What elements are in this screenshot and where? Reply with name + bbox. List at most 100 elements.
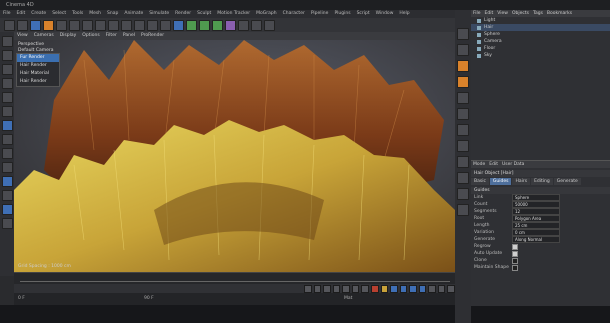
- world-coordinates-icon[interactable]: [121, 19, 132, 31]
- object-row[interactable]: Hair: [471, 24, 610, 31]
- object-menu-bookmarks[interactable]: Bookmarks: [547, 11, 572, 16]
- schematic-icon[interactable]: [447, 284, 455, 293]
- x-axis-icon[interactable]: [82, 19, 93, 31]
- hair-scale-icon[interactable]: [457, 188, 469, 200]
- deformer-icon[interactable]: [225, 19, 236, 31]
- scale-key-icon[interactable]: [409, 284, 417, 293]
- hair-set-icon[interactable]: [457, 156, 469, 168]
- attribute-value-field[interactable]: Polygon Area: [512, 215, 560, 222]
- object-menu-edit[interactable]: Edit: [485, 11, 494, 16]
- floor-icon[interactable]: [238, 19, 249, 31]
- edges-mode-icon[interactable]: [1, 92, 13, 103]
- object-menu-objects[interactable]: Objects: [512, 11, 529, 16]
- attribute-value-field[interactable]: 25 cm: [512, 222, 560, 229]
- object-row[interactable]: Camera: [471, 38, 610, 45]
- go-to-start-icon[interactable]: [304, 284, 312, 293]
- menu-item-script[interactable]: Script: [357, 11, 370, 16]
- previous-frame-icon[interactable]: [323, 284, 331, 293]
- undo-icon[interactable]: [4, 19, 15, 31]
- hair-push-icon[interactable]: [457, 140, 469, 152]
- tab-hairs[interactable]: Hairs: [512, 178, 531, 185]
- tab-guides[interactable]: Guides: [489, 178, 512, 185]
- menu-item-mograph[interactable]: MoGraph: [256, 11, 276, 16]
- menu-item-mesh[interactable]: Mesh: [89, 11, 101, 16]
- model-mode-icon[interactable]: [1, 50, 13, 61]
- camera-icon[interactable]: [251, 19, 262, 31]
- hair-clump-icon[interactable]: [457, 108, 469, 120]
- hair-comb-icon[interactable]: [1, 218, 13, 229]
- hair-curl-icon[interactable]: [457, 92, 469, 104]
- record-icon[interactable]: [370, 284, 379, 293]
- object-row[interactable]: Floor: [471, 45, 610, 52]
- menu-item-select[interactable]: Select: [52, 11, 66, 16]
- point-level-animation-icon[interactable]: [437, 284, 446, 293]
- start-frame-field[interactable]: 0 F: [18, 296, 25, 301]
- menu-item-help[interactable]: Help: [399, 11, 409, 16]
- menu-item-edit[interactable]: Edit: [17, 11, 26, 16]
- tab-generate[interactable]: Generate: [553, 178, 581, 185]
- tab-basic[interactable]: Basic: [471, 178, 489, 185]
- object-row[interactable]: Sky: [471, 52, 610, 59]
- y-axis-icon[interactable]: [95, 19, 106, 31]
- move-icon[interactable]: [43, 19, 54, 31]
- viewport-menu-display[interactable]: Display: [60, 33, 77, 38]
- axis-mode-icon[interactable]: [1, 120, 13, 131]
- attribute-value-field[interactable]: 50000: [512, 201, 560, 208]
- hair-cut-icon[interactable]: [457, 44, 469, 56]
- end-frame-field[interactable]: 90 F: [144, 296, 154, 301]
- menu-item-pipeline[interactable]: Pipeline: [311, 11, 329, 16]
- hair-comb-tool-icon[interactable]: [457, 76, 469, 88]
- live-selection-icon[interactable]: [30, 19, 41, 31]
- play-icon[interactable]: [332, 284, 341, 293]
- menu-item-tools[interactable]: Tools: [72, 11, 83, 16]
- make-editable-icon[interactable]: [1, 36, 13, 47]
- menu-item-window[interactable]: Window: [376, 11, 394, 16]
- attribute-menu-user-data[interactable]: User Data: [502, 162, 524, 167]
- context-menu-item[interactable]: Hair Render: [17, 62, 59, 70]
- checkbox[interactable]: [512, 243, 518, 250]
- autokey-icon[interactable]: [380, 284, 389, 293]
- keyframe-selection-icon[interactable]: [390, 284, 398, 293]
- position-key-icon[interactable]: [399, 284, 408, 293]
- hair-brush-icon[interactable]: [457, 60, 469, 72]
- scale-icon[interactable]: [56, 19, 67, 31]
- viewport-menu-prorender[interactable]: ProRender: [141, 33, 164, 38]
- light-icon[interactable]: [264, 19, 275, 31]
- menu-item-sculpt[interactable]: Sculpt: [197, 11, 211, 16]
- attribute-menu-edit[interactable]: Edit: [489, 162, 498, 167]
- render-picture-viewer-icon[interactable]: [147, 19, 158, 31]
- menu-item-create[interactable]: Create: [31, 11, 46, 16]
- hair-add-icon[interactable]: [457, 28, 469, 40]
- subdivision-icon[interactable]: [199, 19, 210, 31]
- attribute-value-field[interactable]: Along Normal: [512, 236, 560, 243]
- menu-item-animate[interactable]: Animate: [124, 11, 143, 16]
- object-menu-file[interactable]: File: [473, 11, 481, 16]
- menu-item-simulate[interactable]: Simulate: [149, 11, 169, 16]
- points-mode-icon[interactable]: [1, 78, 13, 89]
- render-view-icon[interactable]: [134, 19, 145, 31]
- parameter-key-icon[interactable]: [428, 284, 436, 293]
- checkbox[interactable]: [512, 264, 518, 271]
- menu-item-motion-tracker[interactable]: Motion Tracker: [217, 11, 250, 16]
- checkbox[interactable]: [512, 250, 518, 257]
- object-menu-tags[interactable]: Tags: [533, 11, 543, 16]
- next-key-icon[interactable]: [351, 284, 360, 293]
- menu-item-file[interactable]: File: [3, 11, 11, 16]
- hair-mode-icon[interactable]: [1, 204, 13, 215]
- hair-rotate-icon[interactable]: [457, 204, 469, 216]
- locked-workplane-icon[interactable]: [1, 176, 13, 187]
- attribute-value-field[interactable]: 12: [512, 208, 560, 215]
- render-settings-icon[interactable]: [160, 19, 171, 31]
- object-menu-view[interactable]: View: [497, 11, 508, 16]
- array-icon[interactable]: [212, 19, 223, 31]
- context-menu-item[interactable]: Hair Render: [17, 78, 59, 86]
- context-menu-item[interactable]: Fur Render: [17, 54, 59, 62]
- workplane-icon[interactable]: [1, 162, 13, 173]
- menu-item-plugins[interactable]: Plugins: [334, 11, 350, 16]
- cube-icon[interactable]: [173, 19, 184, 31]
- attribute-value-field[interactable]: Sphere: [512, 194, 560, 201]
- rotation-key-icon[interactable]: [418, 284, 427, 293]
- viewport-menu-filter[interactable]: Filter: [106, 33, 117, 38]
- texture-mode-icon[interactable]: [1, 64, 13, 75]
- tab-editing[interactable]: Editing: [531, 178, 553, 185]
